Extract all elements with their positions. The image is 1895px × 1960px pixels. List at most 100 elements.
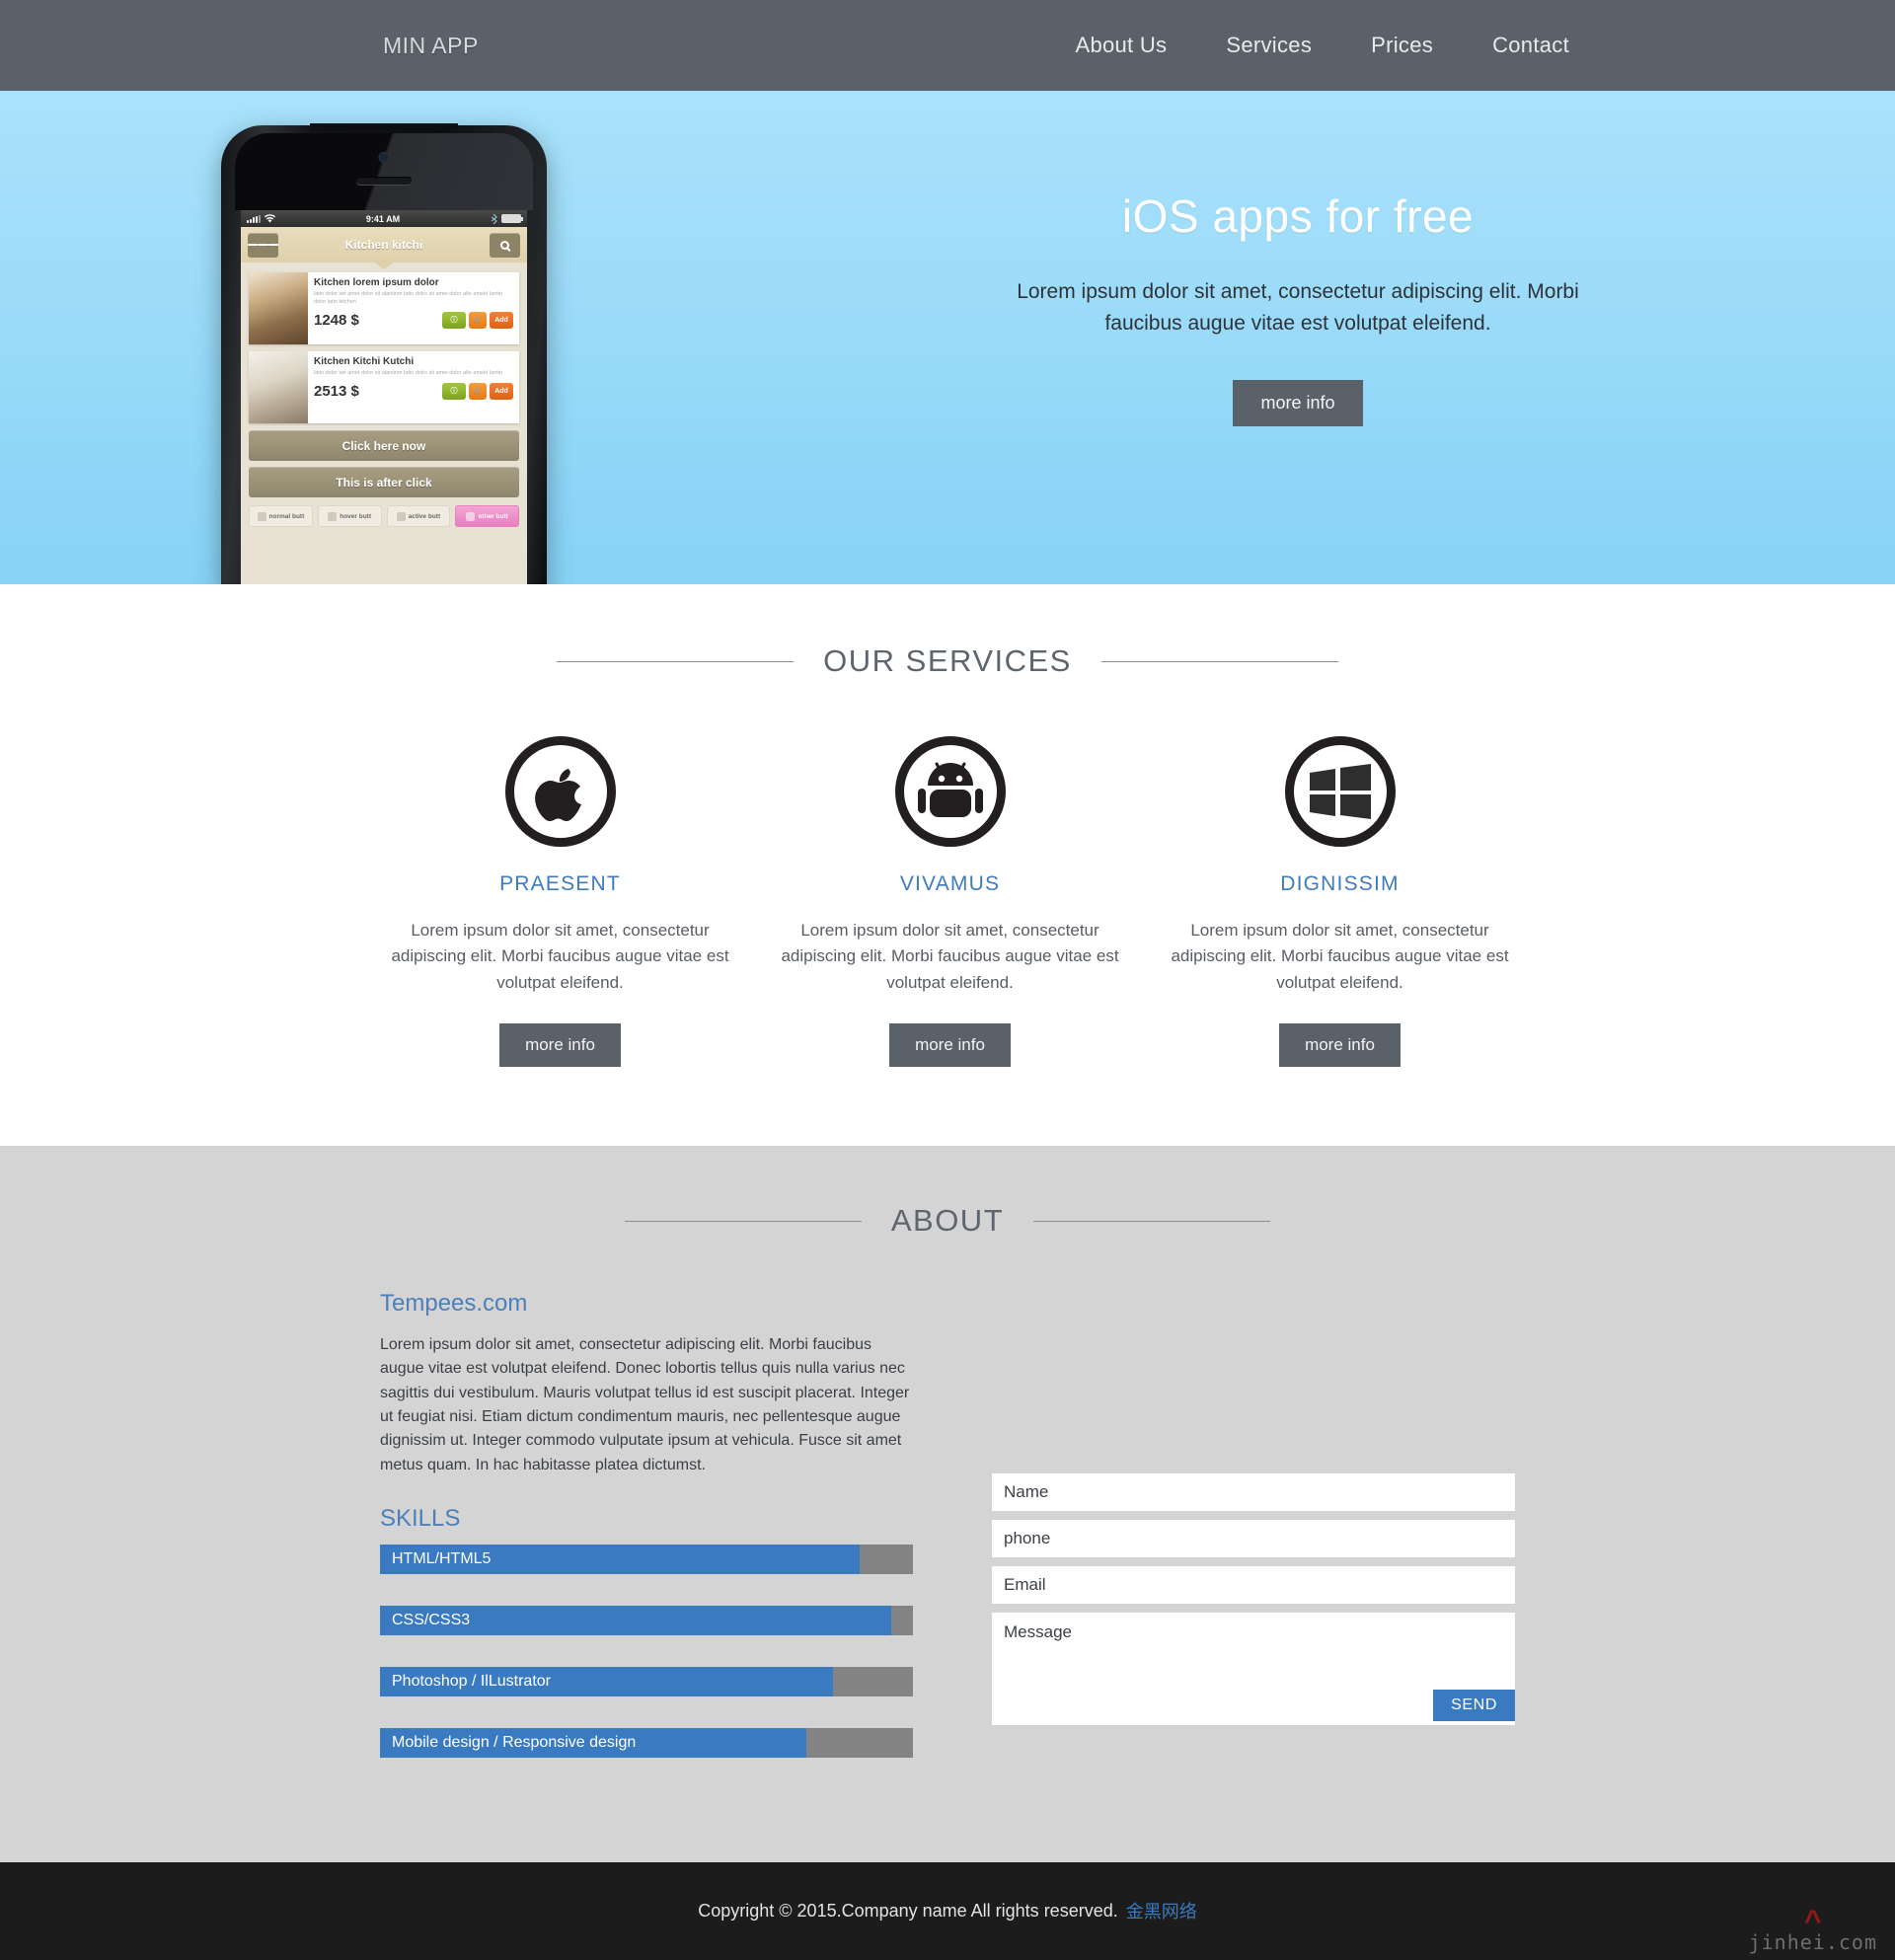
skill-bar-fill: CSS/CSS3 xyxy=(380,1605,892,1635)
skill-bar-fill: Photoshop / IlLustrator xyxy=(380,1666,833,1696)
status-right xyxy=(491,213,523,224)
about-left-column: Tempees.com Lorem ipsum dolor sit amet, … xyxy=(380,1290,913,1789)
other-button[interactable]: other butt xyxy=(455,505,519,527)
info-icon xyxy=(257,511,266,521)
service-name: PRAESENT xyxy=(499,872,621,895)
email-input[interactable] xyxy=(992,1566,1515,1605)
skill-label: CSS/CSS3 xyxy=(392,1611,471,1628)
main-navigation: About Us Services Prices Contact xyxy=(1075,33,1569,58)
footer-link[interactable]: 金黑网络 xyxy=(1126,1898,1197,1923)
nav-item-contact[interactable]: Contact xyxy=(1492,33,1569,58)
phone-input[interactable] xyxy=(992,1520,1515,1558)
send-button[interactable]: SEND xyxy=(1433,1690,1515,1722)
skill-bar-fill: Mobile design / Responsive design xyxy=(380,1727,806,1758)
service-more-info-button[interactable]: more info xyxy=(499,1023,621,1068)
mail-icon xyxy=(396,511,406,521)
product-actions: ⓘ 🛒 Add xyxy=(442,382,513,400)
mini-button-label: hover butt xyxy=(340,512,372,520)
skills-heading: SKILLS xyxy=(380,1504,461,1532)
windows-icon xyxy=(1284,736,1396,847)
services-section-title: OUR SERVICES xyxy=(823,643,1072,678)
apple-icon xyxy=(504,736,616,847)
front-camera-icon xyxy=(378,152,390,163)
normal-button[interactable]: normal butt xyxy=(249,505,313,527)
product-description: latin dolor set amet dolor sit alantinm … xyxy=(314,291,503,305)
add-to-cart-button[interactable]: Add xyxy=(490,382,513,400)
click-here-now-button[interactable]: Click here now xyxy=(249,430,519,461)
hamburger-menu-icon[interactable] xyxy=(248,232,278,258)
site-header: MIN APP About Us Services Prices Contact xyxy=(0,0,1895,91)
active-button[interactable]: active butt xyxy=(386,505,451,527)
name-input[interactable] xyxy=(992,1473,1515,1512)
hero-subtitle: Lorem ipsum dolor sit amet, consectetur … xyxy=(1017,280,1579,335)
service-description: Lorem ipsum dolor sit amet, consectetur … xyxy=(781,921,1119,992)
product-card[interactable]: Kitchen Kitchi Kutchi latin dolor set am… xyxy=(249,351,519,423)
service-description: Lorem ipsum dolor sit amet, consectetur … xyxy=(391,921,729,992)
tag-icon xyxy=(466,511,476,521)
hover-button[interactable]: hover butt xyxy=(317,505,382,527)
cart-icon[interactable]: 🛒 xyxy=(469,382,487,400)
rule-left xyxy=(557,660,795,662)
watermark-text: jinhei.com xyxy=(1748,1929,1877,1954)
nav-item-services[interactable]: Services xyxy=(1226,33,1312,58)
search-icon[interactable] xyxy=(490,232,520,258)
mini-button-label: normal butt xyxy=(268,512,305,520)
hero-more-info-button[interactable]: more info xyxy=(1233,380,1363,426)
about-title-row: ABOUT xyxy=(0,1203,1895,1239)
signal-icon xyxy=(247,214,261,223)
phone-mockup: 9:41 AM Kitchen kitchi Kitchen lorem ips… xyxy=(221,123,547,584)
cart-icon xyxy=(328,511,338,521)
about-section: ABOUT Tempees.com Lorem ipsum dolor sit … xyxy=(0,1146,1895,1862)
mini-button-label: active butt xyxy=(408,512,441,520)
rule-right xyxy=(1033,1220,1271,1222)
rule-left xyxy=(624,1220,862,1222)
product-price: 2513 $ xyxy=(314,382,359,400)
bluetooth-icon xyxy=(491,213,497,224)
product-card[interactable]: Kitchen lorem ipsum dolor latin dolor se… xyxy=(249,272,519,344)
skill-bar-photoshop: Photoshop / IlLustrator xyxy=(380,1666,913,1696)
skill-label: Mobile design / Responsive design xyxy=(392,1733,637,1751)
hero-section: 9:41 AM Kitchen kitchi Kitchen lorem ips… xyxy=(0,91,1895,584)
product-list: Kitchen lorem ipsum dolor latin dolor se… xyxy=(241,263,527,423)
message-wrapper: SEND xyxy=(992,1613,1515,1726)
skill-bar-mobile-design: Mobile design / Responsive design xyxy=(380,1727,913,1758)
cart-icon[interactable]: 🛒 xyxy=(469,311,487,329)
nav-item-about-us[interactable]: About Us xyxy=(1075,33,1167,58)
product-description: latin dolor set amet dolor sit alantinm … xyxy=(314,370,503,376)
skill-bar-css: CSS/CSS3 xyxy=(380,1605,913,1635)
phone-status-bar: 9:41 AM xyxy=(241,210,527,227)
product-actions: ⓘ 🛒 Add xyxy=(442,311,513,329)
services-grid: PRAESENT Lorem ipsum dolor sit amet, con… xyxy=(390,736,1509,1068)
info-icon[interactable]: ⓘ xyxy=(442,382,466,400)
contact-form: SEND xyxy=(992,1290,1515,1789)
nav-item-prices[interactable]: Prices xyxy=(1371,33,1433,58)
rule-right xyxy=(1100,660,1338,662)
services-title-row: OUR SERVICES xyxy=(0,643,1895,679)
service-card-vivamus: VIVAMUS Lorem ipsum dolor sit amet, cons… xyxy=(780,736,1120,1068)
phone-top-notch xyxy=(310,123,458,130)
product-image xyxy=(249,272,308,344)
mini-button-label: other butt xyxy=(478,512,508,520)
service-name: DIGNISSIM xyxy=(1280,872,1400,895)
about-heading: Tempees.com xyxy=(380,1290,528,1318)
about-section-title: ABOUT xyxy=(890,1203,1005,1239)
add-to-cart-button[interactable]: Add xyxy=(490,311,513,329)
about-grid: Tempees.com Lorem ipsum dolor sit amet, … xyxy=(380,1290,1515,1789)
service-name: VIVAMUS xyxy=(899,872,1001,895)
info-icon[interactable]: ⓘ xyxy=(442,311,466,329)
site-footer: Copyright © 2015.Company name All rights… xyxy=(0,1861,1895,1960)
skill-bar-fill: HTML/HTML5 xyxy=(380,1544,860,1574)
android-icon xyxy=(894,736,1006,847)
product-title: Kitchen Kitchi Kutchi xyxy=(314,356,415,367)
wifi-icon xyxy=(265,214,275,223)
service-card-dignissim: DIGNISSIM Lorem ipsum dolor sit amet, co… xyxy=(1170,736,1510,1068)
service-more-info-button[interactable]: more info xyxy=(889,1023,1011,1068)
brand-logo[interactable]: MIN APP xyxy=(383,33,479,59)
status-left xyxy=(247,214,275,223)
after-click-button[interactable]: This is after click xyxy=(249,467,519,497)
product-price: 1248 $ xyxy=(314,311,359,329)
skill-bar-html: HTML/HTML5 xyxy=(380,1544,913,1574)
service-more-info-button[interactable]: more info xyxy=(1279,1023,1401,1068)
hero-copy: iOS apps for free Lorem ipsum dolor sit … xyxy=(977,189,1619,426)
hero-title: iOS apps for free xyxy=(1121,190,1475,242)
